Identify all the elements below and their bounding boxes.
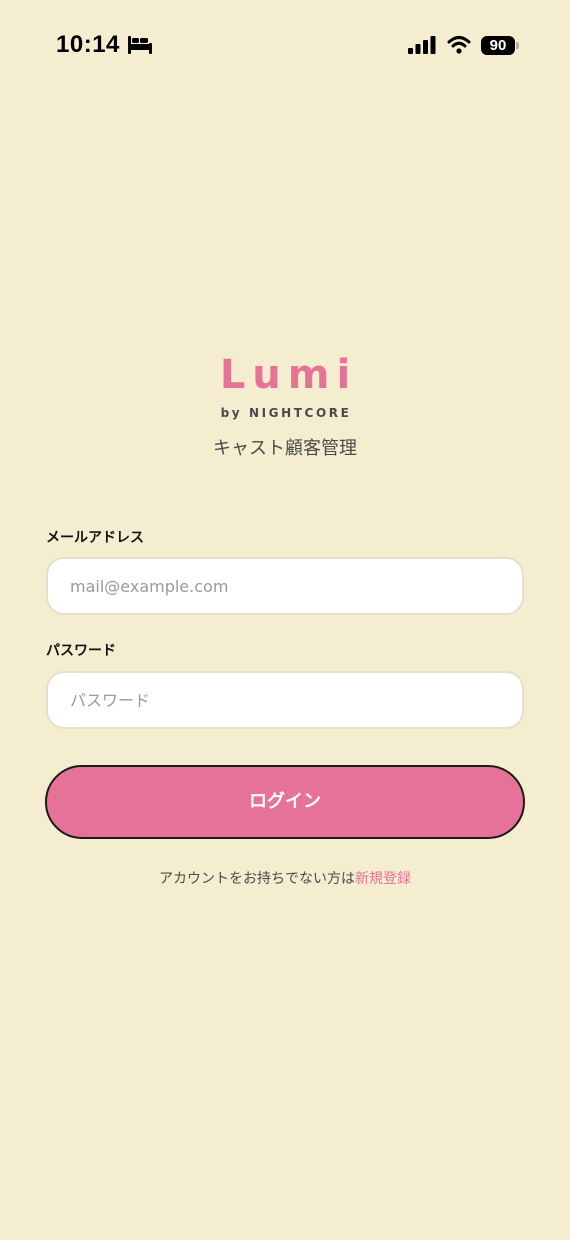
status-bar: 10:14 90 xyxy=(0,0,570,92)
brand-tagline: キャスト顧客管理 xyxy=(213,438,357,459)
app-logo: Lumi xyxy=(219,352,358,398)
password-label: パスワード xyxy=(46,643,116,659)
password-field[interactable] xyxy=(46,671,524,729)
email-field[interactable] xyxy=(46,557,524,615)
battery-tip xyxy=(516,42,519,49)
cellular-signal-icon xyxy=(408,36,436,54)
battery-icon: 90 xyxy=(481,36,515,55)
email-label: メールアドレス xyxy=(46,530,144,546)
brand-subtitle: by NIGHTCORE xyxy=(220,406,352,420)
status-time: 10:14 xyxy=(56,31,120,58)
signup-row: アカウントをお持ちでない方は新規登録 xyxy=(0,868,570,888)
signup-prompt: アカウントをお持ちでない方は xyxy=(159,871,355,887)
login-button[interactable]: ログイン xyxy=(45,765,525,839)
signup-link[interactable]: 新規登録 xyxy=(355,871,411,887)
bed-icon xyxy=(128,36,152,54)
wifi-icon xyxy=(447,36,471,54)
